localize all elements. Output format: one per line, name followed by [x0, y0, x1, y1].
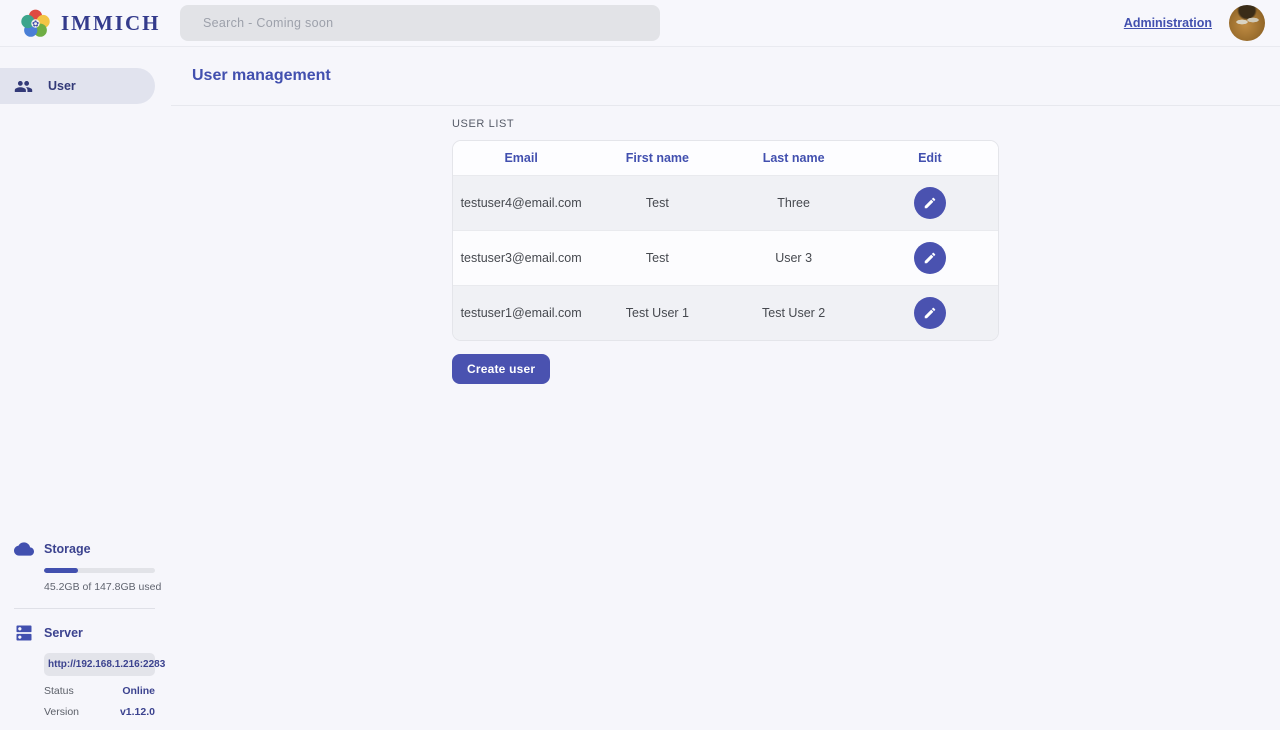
pencil-icon [923, 251, 937, 265]
administration-link[interactable]: Administration [1124, 16, 1212, 30]
cell-last-name: Test User 2 [726, 306, 862, 320]
cell-last-name: User 3 [726, 251, 862, 265]
sidebar-status-panel: Storage 45.2GB of 147.8GB used Server [0, 539, 171, 730]
edit-user-button[interactable] [914, 297, 946, 329]
user-table: Email First name Last name Edit testuser… [452, 140, 999, 341]
page-title: User management [192, 67, 331, 85]
sidebar-item-user[interactable]: User [0, 68, 155, 104]
sidebar-divider [14, 608, 155, 609]
server-section-header: Server [14, 623, 155, 643]
table-row: testuser1@email.com Test User 1 Test Use… [453, 285, 998, 340]
top-navbar: ✿ IMMICH Administration [0, 0, 1280, 47]
storage-title: Storage [44, 542, 91, 556]
cell-email: testuser3@email.com [453, 251, 589, 265]
immich-flower-icon: ✿ [19, 7, 52, 40]
storage-usage-text: 45.2GB of 147.8GB used [44, 581, 155, 593]
admin-sidebar: User Storage 45.2GB of 147.8GB used [0, 47, 171, 730]
version-value: v1.12.0 [120, 706, 155, 718]
page-header: User management [171, 47, 1280, 106]
pencil-icon [923, 306, 937, 320]
cell-last-name: Three [726, 196, 862, 210]
app-brand[interactable]: ✿ IMMICH [0, 7, 180, 40]
sidebar-item-label: User [48, 79, 76, 93]
create-user-button[interactable]: Create user [452, 354, 550, 384]
app-title: IMMICH [61, 11, 161, 36]
user-table-body: testuser4@email.com Test Three testuser3… [453, 175, 998, 340]
people-icon [14, 77, 33, 96]
storage-progress-bar [44, 568, 155, 573]
pencil-icon [923, 196, 937, 210]
server-version-row: Version v1.12.0 [44, 706, 155, 718]
version-label: Version [44, 706, 79, 718]
svg-text:✿: ✿ [32, 19, 39, 28]
user-list-label: USER LIST [452, 118, 1280, 130]
cell-first-name: Test User 1 [589, 306, 725, 320]
edit-user-button[interactable] [914, 187, 946, 219]
server-title: Server [44, 626, 83, 640]
cell-first-name: Test [589, 196, 725, 210]
status-value: Online [122, 685, 155, 697]
user-table-header: Email First name Last name Edit [453, 141, 998, 175]
storage-progress-fill [44, 568, 78, 573]
column-header-email: Email [453, 151, 589, 165]
server-icon [14, 623, 34, 643]
navbar-right: Administration [1124, 5, 1280, 41]
cloud-icon [14, 539, 34, 559]
cell-email: testuser1@email.com [453, 306, 589, 320]
search-input[interactable] [180, 5, 660, 41]
main-content: User management USER LIST Email First na… [171, 47, 1280, 730]
server-url-badge: http://192.168.1.216:2283 [44, 653, 155, 676]
cell-email: testuser4@email.com [453, 196, 589, 210]
table-row: testuser3@email.com Test User 3 [453, 230, 998, 285]
storage-section-header: Storage [14, 539, 155, 559]
user-avatar[interactable] [1229, 5, 1265, 41]
column-header-first-name: First name [589, 151, 725, 165]
column-header-edit: Edit [862, 151, 998, 165]
table-row: testuser4@email.com Test Three [453, 175, 998, 230]
edit-user-button[interactable] [914, 242, 946, 274]
column-header-last-name: Last name [726, 151, 862, 165]
cell-first-name: Test [589, 251, 725, 265]
server-status-row: Status Online [44, 685, 155, 697]
status-label: Status [44, 685, 74, 697]
